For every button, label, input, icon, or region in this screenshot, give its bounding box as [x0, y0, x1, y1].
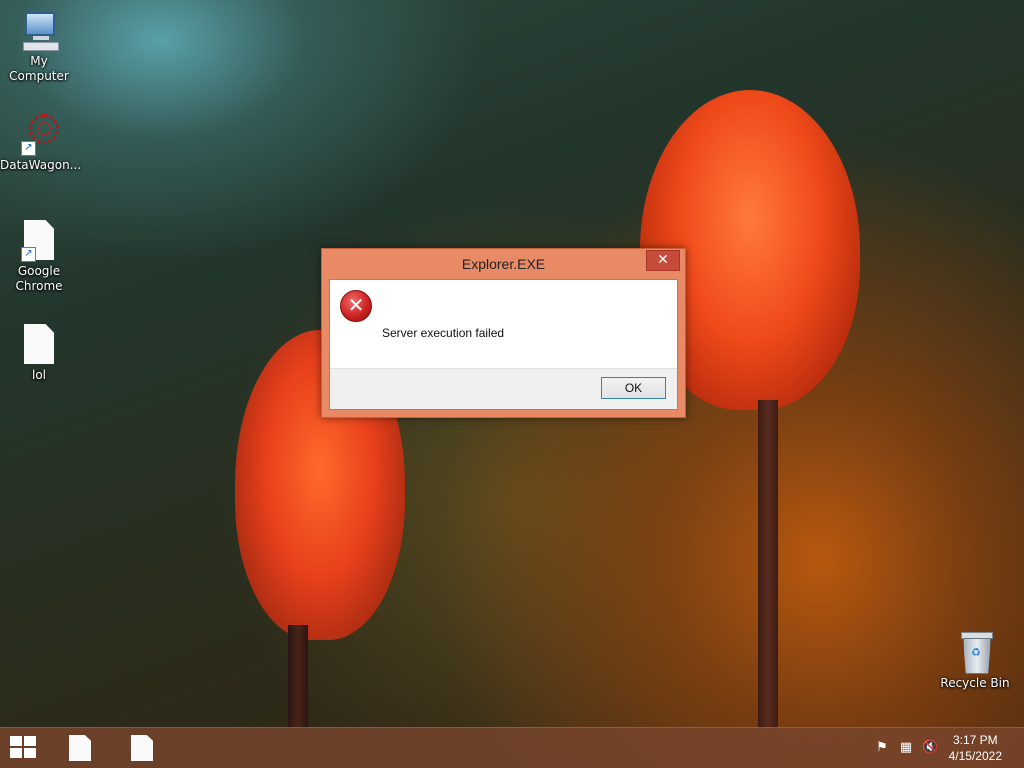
close-button[interactable]: ✕: [646, 250, 680, 271]
system-clock[interactable]: 3:17 PM 4/15/2022: [949, 732, 1002, 764]
error-icon: ✕: [340, 290, 372, 322]
taskbar-item-file-icon[interactable]: [131, 735, 153, 761]
error-message: Server execution failed: [382, 326, 505, 340]
tulip-right-stem: [758, 400, 778, 728]
desktop-icon-label: Recycle Bin: [940, 676, 1010, 690]
network-icon[interactable]: ▦: [898, 740, 914, 756]
clock-time: 3:17 PM: [952, 733, 998, 747]
desktop-icon-datawagon[interactable]: ↗ DataWagon...: [0, 112, 82, 173]
windows-start-icon[interactable]: [10, 736, 38, 760]
desktop-icon-label: My Computer: [9, 54, 69, 83]
desktop-icon-recycle-bin[interactable]: ♻ Recycle Bin: [936, 630, 1014, 691]
error-dialog: Explorer.EXE ✕ ✕ Server execution failed…: [321, 248, 686, 418]
file-icon: ↗: [19, 218, 59, 262]
taskbar: ⚑ ▦ 🔇 3:17 PM 4/15/2022: [0, 727, 1024, 768]
taskbar-item-file-icon[interactable]: [69, 735, 91, 761]
desktop-icon-label: DataWagon...: [0, 158, 82, 172]
dialog-button-area: OK: [330, 368, 677, 409]
file-icon: [19, 322, 59, 366]
dialog-title: Explorer.EXE: [461, 256, 546, 272]
datawagon-icon: ↗: [19, 112, 59, 156]
computer-icon: [19, 8, 59, 52]
desktop-icon-my-computer[interactable]: My Computer: [0, 8, 78, 84]
desktop-icon-label: Google Chrome: [15, 264, 63, 293]
shortcut-arrow-icon: ↗: [21, 141, 36, 156]
shortcut-arrow-icon: ↗: [21, 247, 36, 262]
clock-date: 4/15/2022: [948, 749, 1002, 763]
dialog-body: ✕ Server execution failed OK: [329, 279, 678, 410]
flag-icon[interactable]: ⚑: [874, 740, 890, 756]
tulip-left-stem: [288, 625, 308, 728]
desktop-icon-lol[interactable]: lol: [0, 322, 78, 383]
desktop-icon-google-chrome[interactable]: ↗ Google Chrome: [0, 218, 78, 294]
desktop-icon-label: lol: [31, 368, 46, 382]
speaker-muted-icon[interactable]: 🔇: [922, 740, 938, 756]
recycle-bin-icon: ♻: [955, 630, 995, 674]
ok-button[interactable]: OK: [601, 377, 666, 399]
